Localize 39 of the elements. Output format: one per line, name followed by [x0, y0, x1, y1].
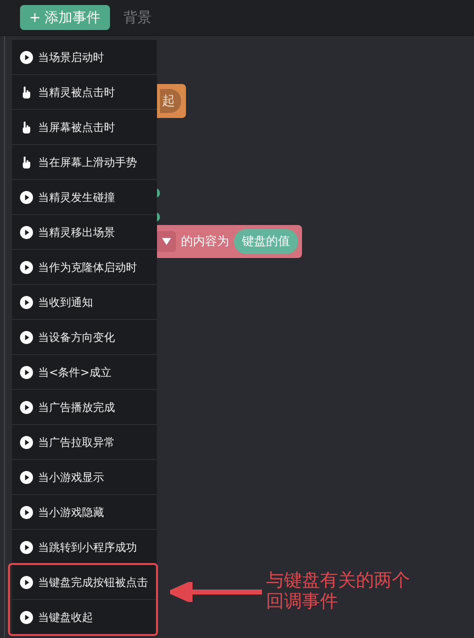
menu-item[interactable]: 当小游戏显示 [12, 460, 157, 495]
menu-item[interactable]: 当广告播放完成 [12, 390, 157, 425]
menu-item[interactable]: 当精灵发生碰撞 [12, 180, 157, 215]
menu-item[interactable]: 当收到通知 [12, 285, 157, 320]
menu-item[interactable]: 当小游戏隐藏 [12, 495, 157, 530]
play-icon [20, 400, 33, 414]
play-icon [20, 470, 33, 484]
play-icon [20, 610, 33, 624]
menu-item[interactable]: 当<条件>成立 [12, 355, 157, 390]
menu-item[interactable]: 当键盘收起 [12, 600, 157, 635]
menu-item[interactable]: 当跳转到小程序成功 [12, 530, 157, 565]
pointing-hand-icon [20, 156, 33, 168]
dropdown-caret-icon[interactable] [156, 231, 176, 252]
block-text: 的内容为 [181, 233, 229, 250]
menu-item[interactable]: 当场景启动时 [12, 40, 157, 75]
play-icon [20, 506, 33, 518]
menu-item[interactable]: 当在屏幕上滑动手势 [12, 145, 157, 180]
menu-item[interactable]: 当广告拉取异常 [12, 425, 157, 460]
annotation-text: 与键盘有关的两个回调事件 [266, 570, 411, 612]
menu-item[interactable]: 当作为克隆体启动时 [12, 250, 157, 285]
value-pill: 键盘的值 [234, 229, 298, 254]
menu-item[interactable]: 当屏幕被点击时 [12, 110, 157, 145]
menu-item[interactable]: 当键盘完成按钮被点击 [12, 565, 157, 600]
play-icon [20, 366, 33, 378]
play-icon [20, 296, 33, 308]
pointing-hand-icon [20, 120, 33, 134]
menu-item[interactable]: 当设备方向变化 [12, 320, 157, 355]
play-icon [20, 540, 33, 554]
play-icon [20, 190, 33, 204]
menu-item[interactable]: 当精灵被点击时 [12, 75, 157, 110]
play-icon [20, 50, 33, 64]
play-icon [20, 330, 33, 344]
play-icon [20, 260, 33, 274]
play-icon [20, 226, 33, 238]
play-icon [20, 436, 33, 448]
tab[interactable]: 背景 [124, 8, 152, 26]
pointing-hand-icon [20, 86, 33, 98]
play-icon [20, 576, 33, 588]
menu-item[interactable]: 当精灵移出场景 [12, 215, 157, 250]
